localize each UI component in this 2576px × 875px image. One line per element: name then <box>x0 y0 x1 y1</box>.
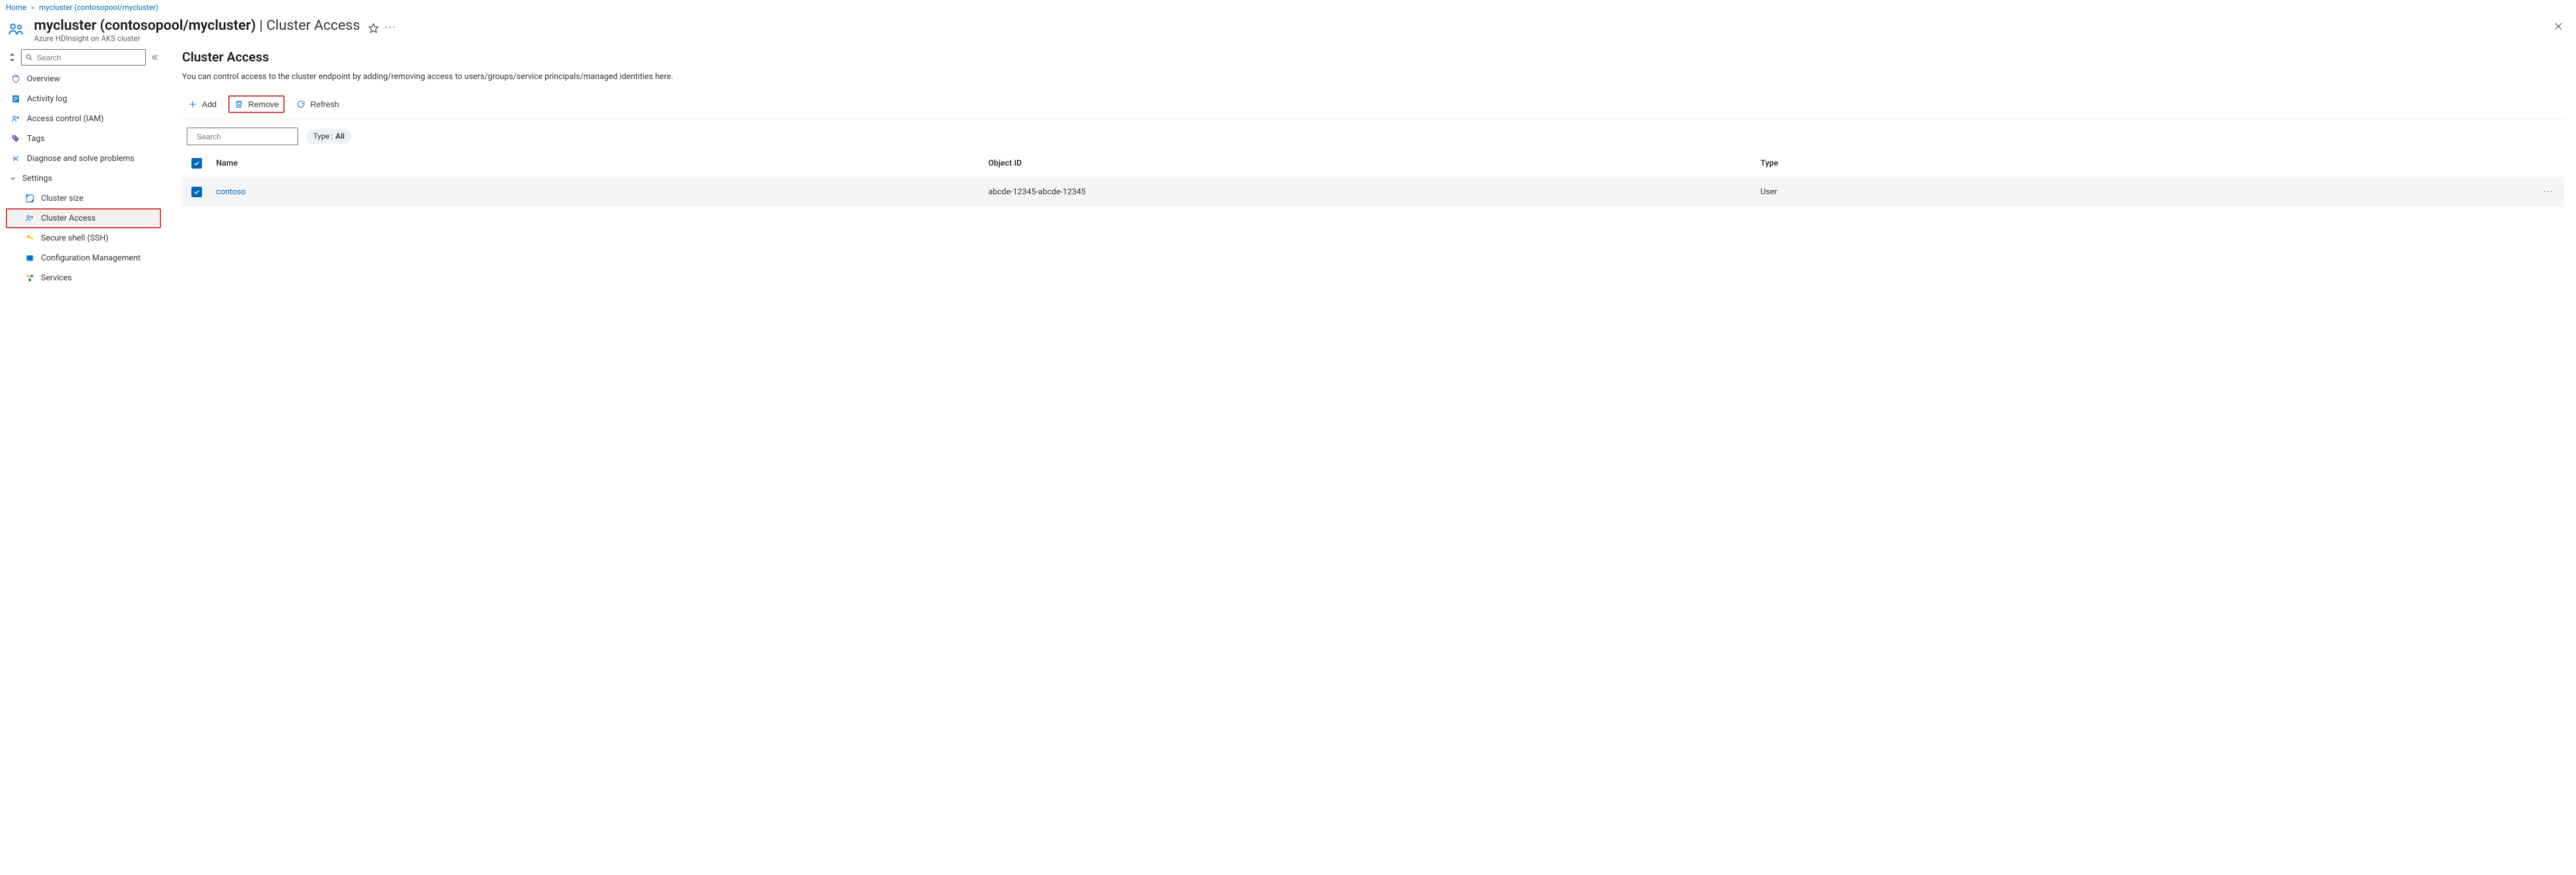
sidebar-item-label: Configuration Management <box>41 253 141 263</box>
sidebar-item-label: Diagnose and solve problems <box>27 154 134 163</box>
section-description: You can control access to the cluster en… <box>182 72 2564 81</box>
activity-log-icon <box>11 94 21 104</box>
sidebar-item-services[interactable]: Services <box>6 268 161 288</box>
sidebar-item-access-control[interactable]: Access control (IAM) <box>6 109 161 129</box>
table-search[interactable] <box>187 128 298 145</box>
cluster-access-icon <box>25 213 35 224</box>
sidebar-item-label: Overview <box>27 74 60 84</box>
plus-icon <box>188 99 197 109</box>
collapse-sidebar-icon[interactable] <box>149 52 160 63</box>
services-icon <box>25 273 35 283</box>
type-filter-pill[interactable]: Type : All <box>306 129 351 144</box>
diagnose-icon <box>11 153 21 164</box>
sidebar-item-activity-log[interactable]: Activity log <box>6 89 161 109</box>
page-header: mycluster (contosopool/mycluster) | Clus… <box>0 13 2576 48</box>
favorite-star-icon[interactable] <box>368 23 379 33</box>
config-mgmt-icon <box>25 253 35 263</box>
trash-icon <box>234 99 244 109</box>
chevron-down-icon <box>9 175 18 182</box>
page-title-section: Cluster Access <box>266 17 360 33</box>
breadcrumb-separator: > <box>31 4 35 12</box>
refresh-icon <box>296 99 306 109</box>
search-icon <box>25 53 33 61</box>
sidebar-item-label: Services <box>41 273 72 283</box>
page-title: mycluster (contosopool/mycluster) | Clus… <box>34 17 360 33</box>
col-type[interactable]: Type <box>1757 159 2529 168</box>
page-subtitle: Azure HDInsight on AKS cluster <box>34 35 360 43</box>
resource-type-icon <box>6 19 26 39</box>
row-more-actions[interactable]: ··· <box>2529 187 2564 197</box>
close-blade-button[interactable] <box>2554 17 2570 31</box>
more-actions-icon[interactable]: ··· <box>385 22 396 34</box>
row-type: User <box>1757 187 2529 197</box>
sidebar-item-label: Secure shell (SSH) <box>41 234 108 243</box>
access-table: Name Object ID Type contoso abcde-12345-… <box>182 150 2564 207</box>
add-button-label: Add <box>202 99 217 109</box>
filter-row: Type : All <box>182 119 2564 150</box>
row-object-id: abcde-12345-abcde-12345 <box>985 187 1757 197</box>
sidebar-item-overview[interactable]: Overview <box>6 69 161 89</box>
sidebar-group-label: Settings <box>22 174 52 183</box>
sidebar-item-label: Cluster size <box>41 194 84 203</box>
row-name-link[interactable]: contoso <box>216 187 246 197</box>
table-header: Name Object ID Type <box>182 150 2564 177</box>
refresh-button[interactable]: Refresh <box>290 95 345 113</box>
sidebar-item-secure-shell[interactable]: Secure shell (SSH) <box>6 228 161 248</box>
row-checkbox[interactable] <box>191 187 202 197</box>
table-row[interactable]: contoso abcde-12345-abcde-12345 User ··· <box>182 177 2564 207</box>
cluster-size-icon <box>25 193 35 204</box>
sidebar-search[interactable] <box>21 49 146 66</box>
sidebar-item-config-mgmt[interactable]: Configuration Management <box>6 248 161 268</box>
sidebar-item-cluster-size[interactable]: Cluster size <box>6 188 161 208</box>
overview-icon <box>11 74 21 84</box>
refresh-button-label: Refresh <box>310 99 339 109</box>
toolbar: Add Remove Refresh <box>182 92 2564 119</box>
type-filter-label: Type : <box>313 132 333 141</box>
access-control-icon <box>11 114 21 124</box>
sidebar-item-cluster-access[interactable]: Cluster Access <box>6 208 161 228</box>
sidebar-item-tags[interactable]: Tags <box>6 129 161 149</box>
sidebar-item-label: Access control (IAM) <box>27 114 104 123</box>
tags-icon <box>11 133 21 144</box>
sidebar-item-label: Cluster Access <box>41 214 95 223</box>
add-button[interactable]: Add <box>182 95 222 113</box>
reorder-handle-icon[interactable] <box>7 52 18 63</box>
ssh-key-icon <box>25 233 35 243</box>
type-filter-value: All <box>335 132 344 141</box>
sidebar: Overview Activity log Access control (IA… <box>6 48 161 288</box>
page-title-separator: | <box>259 17 263 33</box>
breadcrumb: Home > mycluster (contosopool/mycluster) <box>0 0 2576 13</box>
sidebar-item-label: Activity log <box>27 94 67 104</box>
col-name[interactable]: Name <box>213 159 985 168</box>
table-search-input[interactable] <box>197 132 300 141</box>
remove-button[interactable]: Remove <box>228 95 285 113</box>
breadcrumb-current[interactable]: mycluster (contosopool/mycluster) <box>39 4 159 12</box>
page-title-main: mycluster (contosopool/mycluster) <box>34 17 256 33</box>
sidebar-item-diagnose[interactable]: Diagnose and solve problems <box>6 149 161 169</box>
select-all-checkbox[interactable] <box>191 158 202 169</box>
sidebar-search-input[interactable] <box>37 53 142 62</box>
remove-button-label: Remove <box>248 99 279 109</box>
section-title: Cluster Access <box>182 50 2564 65</box>
sidebar-item-label: Tags <box>27 134 44 143</box>
sidebar-group-settings[interactable]: Settings <box>6 169 161 188</box>
breadcrumb-home[interactable]: Home <box>6 4 26 12</box>
main-content: Cluster Access You can control access to… <box>161 48 2576 207</box>
col-object-id[interactable]: Object ID <box>985 159 1757 168</box>
